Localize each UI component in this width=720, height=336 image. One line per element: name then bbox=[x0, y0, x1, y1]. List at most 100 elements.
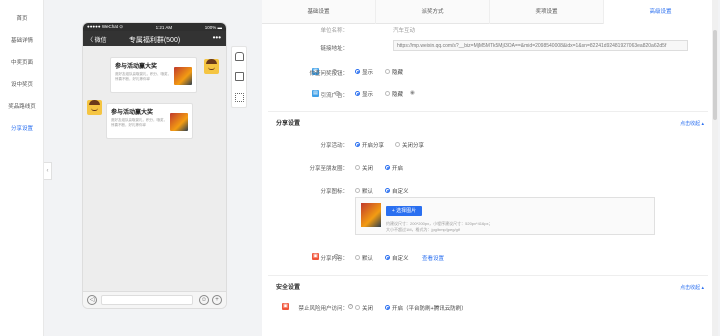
image-upload-box: + 选择图片 约建议尺寸：200*200px，小程序建议尺寸：520px*416… bbox=[355, 197, 655, 235]
radio-show-off[interactable] bbox=[385, 69, 390, 74]
upload-hint-format: 大小不超过1M，格式为：jpg/bmp/jpeg/gif bbox=[386, 227, 460, 232]
radio-risk-off-label: 关闭 bbox=[362, 306, 374, 312]
unit-value: 汽车互动 bbox=[393, 28, 416, 34]
grid-icon[interactable] bbox=[235, 93, 244, 102]
chat-title: 专属福利群(500) bbox=[128, 36, 181, 44]
eye-icon[interactable]: ◉ bbox=[410, 90, 415, 96]
link-input[interactable]: https://mp.weixin.qq.com/s?__biz=MjM5MTk… bbox=[393, 40, 688, 51]
card-thumbnail bbox=[174, 67, 192, 85]
link-label: 链接地址： bbox=[320, 46, 348, 52]
tab-advanced[interactable]: 高级设置 bbox=[604, 0, 718, 24]
chat-navbar: 〈 微信 专属福利群(500) ••• bbox=[83, 31, 226, 46]
help-icon[interactable]: ? bbox=[332, 69, 337, 74]
carrier-text: ●●●●● WeChat ⊙ bbox=[87, 24, 124, 29]
security-section-header: 安全设置 点击收起 ▴ bbox=[262, 282, 718, 296]
radio-ad-off-label: 隐藏 bbox=[392, 92, 404, 98]
radio-content-default[interactable] bbox=[355, 255, 360, 260]
radio-img-custom[interactable] bbox=[385, 188, 390, 193]
more-icon[interactable]: ••• bbox=[213, 33, 221, 42]
status-bar: ●●●●● WeChat ⊙ 1:21 AM 100% ▬ bbox=[83, 23, 226, 31]
radio-share-off[interactable] bbox=[395, 142, 400, 147]
share-image-label: 分享图标： bbox=[320, 189, 348, 195]
radio-img-default[interactable] bbox=[355, 188, 360, 193]
help-icon[interactable]: ? bbox=[334, 254, 339, 259]
show-button-label: 你查问奖按钮： bbox=[309, 71, 348, 77]
radio-content-custom[interactable] bbox=[385, 255, 390, 260]
voice-icon[interactable]: ◁ bbox=[87, 295, 97, 305]
plus-icon[interactable]: + bbox=[212, 295, 222, 305]
card-desc: 邀好友组队赢取豪礼，积分、哦奖，惊喜不断，好礼等你拿 bbox=[115, 72, 171, 81]
sidebar-item-share[interactable]: 分享设置 bbox=[0, 124, 44, 132]
radio-show-on-label: 显示 bbox=[362, 70, 374, 76]
emoji-icon[interactable]: ☺ bbox=[199, 295, 209, 305]
risk-badge-icon: ▣ bbox=[282, 303, 289, 310]
document-icon[interactable] bbox=[235, 72, 244, 81]
help-icon[interactable]: ? bbox=[335, 91, 340, 96]
share-activity-label: 分享活动： bbox=[320, 143, 348, 149]
chat-input-bar: ◁ ☺ + bbox=[83, 291, 226, 308]
radio-ad-on-label: 显示 bbox=[362, 92, 374, 98]
sidebar-item-set-winner[interactable]: 设中奖页 bbox=[0, 80, 44, 88]
help-icon[interactable]: ? bbox=[348, 304, 353, 309]
radio-show-off-label: 隐藏 bbox=[392, 70, 404, 76]
preview-toolbar bbox=[231, 46, 247, 108]
radio-friend-off[interactable] bbox=[355, 165, 360, 170]
sidebar-item-basic[interactable]: 基础详情 bbox=[0, 36, 44, 44]
security-section-title: 安全设置 bbox=[276, 285, 301, 291]
divider bbox=[268, 275, 708, 276]
radio-risk-off[interactable] bbox=[355, 305, 360, 310]
sidebar-item-home[interactable]: 首页 bbox=[0, 14, 44, 22]
battery-text: 100% ▬ bbox=[204, 24, 222, 30]
tab-basic[interactable]: 基础设置 bbox=[262, 0, 376, 24]
radio-risk-on-label: 开启（平台防刷+腾讯云防刷） bbox=[392, 306, 467, 312]
radio-share-off-label: 关闭分享 bbox=[402, 143, 425, 149]
tab-bar: 基础设置 派奖方式 奖项设置 高级设置 bbox=[262, 0, 718, 24]
share-section-header: 分享设置 点击收起 ▴ bbox=[262, 118, 718, 132]
chat-area: 参与活动赢大奖 邀好友组队赢取豪礼，积分、哦奖，惊喜不断，好礼等你拿 参与活动赢… bbox=[83, 46, 226, 293]
radio-friend-on[interactable] bbox=[385, 165, 390, 170]
sidebar: 首页 基础详情 中奖页面 设中奖页 奖品路线页 分享设置 bbox=[0, 0, 44, 336]
security-collapse-link[interactable]: 点击收起 ▴ bbox=[680, 284, 704, 291]
radio-ad-off[interactable] bbox=[385, 91, 390, 96]
divider bbox=[268, 111, 708, 112]
risk-user-label: 禁止风险用户访问： bbox=[298, 306, 348, 312]
radio-risk-on[interactable] bbox=[385, 305, 390, 310]
share-image-preview bbox=[361, 203, 381, 227]
time-text: 1:21 AM bbox=[155, 24, 173, 30]
share-section-title: 分享设置 bbox=[276, 121, 301, 127]
share-collapse-link[interactable]: 点击收起 ▴ bbox=[680, 120, 704, 127]
self-avatar bbox=[204, 59, 219, 74]
radio-content-default-label: 默认 bbox=[362, 256, 374, 262]
card-thumbnail bbox=[170, 113, 188, 131]
radio-show-on[interactable] bbox=[355, 69, 360, 74]
share-card-message[interactable]: 参与活动赢大奖 邀好友组队赢取豪礼，积分、哦奖，惊喜不断，好礼等你拿 bbox=[110, 57, 197, 93]
phone-preview: ●●●●● WeChat ⊙ 1:21 AM 100% ▬ 〈 微信 专属福利群… bbox=[82, 22, 227, 309]
radio-friend-off-label: 关闭 bbox=[362, 166, 374, 172]
sidebar-item-winner-page[interactable]: 中奖页面 bbox=[0, 58, 44, 66]
settings-panel: 基础设置 派奖方式 奖项设置 高级设置 单位名称： 汽车互动 链接地址： htt… bbox=[262, 0, 718, 336]
radio-share-on-label: 开启分享 bbox=[362, 143, 385, 149]
scrollbar[interactable] bbox=[712, 0, 718, 336]
radio-img-default-label: 默认 bbox=[362, 189, 374, 195]
ad-badge-icon: ▤ bbox=[312, 90, 319, 97]
share-friend-label: 分享至朋友圈： bbox=[309, 166, 348, 172]
radio-img-custom-label: 自定义 bbox=[392, 189, 409, 195]
sidebar-item-prize-route[interactable]: 奖品路线页 bbox=[0, 102, 44, 110]
shirt-icon[interactable] bbox=[235, 52, 244, 61]
share-card-message[interactable]: 参与活动赢大奖 邀好友组队赢取豪礼，积分，哦奖，惊喜不断，好礼等你拿 bbox=[106, 103, 193, 139]
radio-friend-on-label: 开启 bbox=[392, 166, 404, 172]
tab-prize-settings[interactable]: 奖项设置 bbox=[490, 0, 604, 24]
view-settings-link[interactable]: 查看设置 bbox=[422, 254, 444, 262]
collapse-handle[interactable]: ‹ bbox=[44, 162, 52, 180]
radio-ad-on[interactable] bbox=[355, 91, 360, 96]
choose-image-button[interactable]: + 选择图片 bbox=[386, 206, 422, 216]
chat-input[interactable] bbox=[101, 295, 193, 305]
unit-label: 单位名称： bbox=[320, 28, 348, 34]
radio-content-custom-label: 自定义 bbox=[392, 256, 409, 262]
card-desc: 邀好友组队赢取豪礼，积分，哦奖，惊喜不断，好礼等你拿 bbox=[111, 118, 167, 127]
radio-share-on[interactable] bbox=[355, 142, 360, 147]
other-avatar bbox=[87, 100, 102, 115]
content-badge-icon: ▣ bbox=[312, 253, 319, 260]
scrollbar-thumb[interactable] bbox=[713, 30, 717, 120]
tab-prize-method[interactable]: 派奖方式 bbox=[376, 0, 490, 24]
